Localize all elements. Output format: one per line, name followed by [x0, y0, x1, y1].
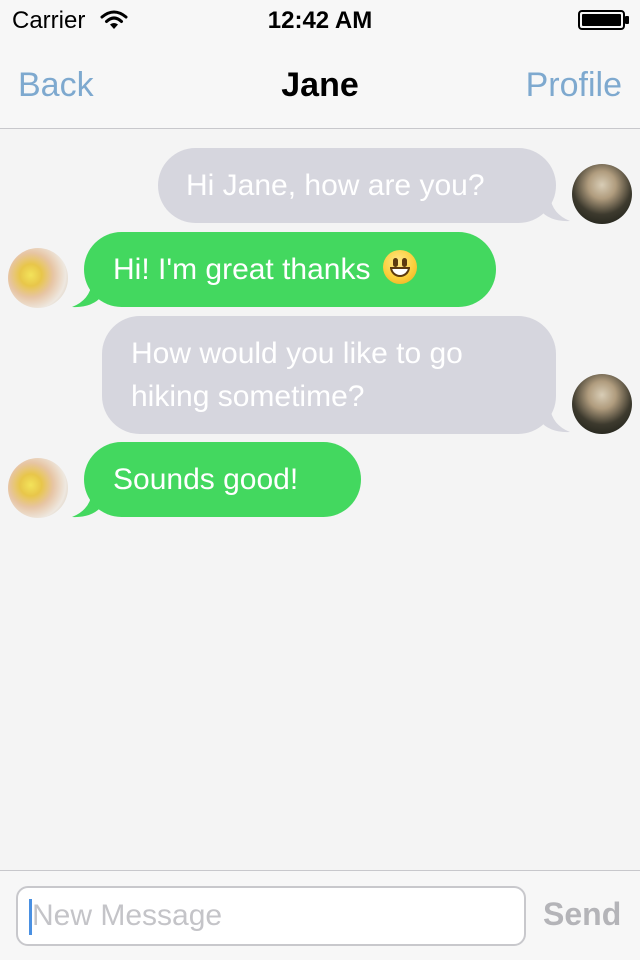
incoming-message-bubble[interactable]: Hi! I'm great thanks [84, 232, 496, 307]
text-cursor [29, 899, 32, 935]
jane-avatar[interactable] [8, 248, 68, 308]
battery-icon [578, 10, 629, 30]
message-input[interactable] [16, 886, 526, 946]
message-text: Hi Jane, how are you? [186, 169, 485, 202]
message-text: Sounds good! [113, 463, 299, 496]
message-composer: Send [0, 870, 640, 960]
message-text-line: How would you like to go [131, 337, 463, 370]
grinning-face-emoji-icon [382, 250, 417, 284]
status-bar: Carrier 12:42 AM [0, 0, 640, 40]
outgoing-message-bubble[interactable]: How would you like to go hiking sometime… [102, 316, 556, 434]
send-button[interactable]: Send [543, 896, 621, 933]
status-time: 12:42 AM [267, 7, 373, 34]
my-avatar[interactable] [572, 164, 632, 224]
outgoing-message-bubble[interactable]: Hi Jane, how are you? [158, 148, 556, 223]
profile-button[interactable]: Profile [526, 66, 622, 105]
chat-screen: Carrier 12:42 AM Back Jane Profile Hi Ja… [0, 0, 640, 960]
message-text-line: hiking sometime? [131, 380, 365, 413]
incoming-message-bubble[interactable]: Sounds good! [84, 442, 361, 517]
navigation-bar: Back Jane Profile [0, 40, 640, 129]
my-avatar[interactable] [572, 374, 632, 434]
message-text: Hi! I'm great thanks [113, 253, 371, 286]
jane-avatar[interactable] [8, 458, 68, 518]
